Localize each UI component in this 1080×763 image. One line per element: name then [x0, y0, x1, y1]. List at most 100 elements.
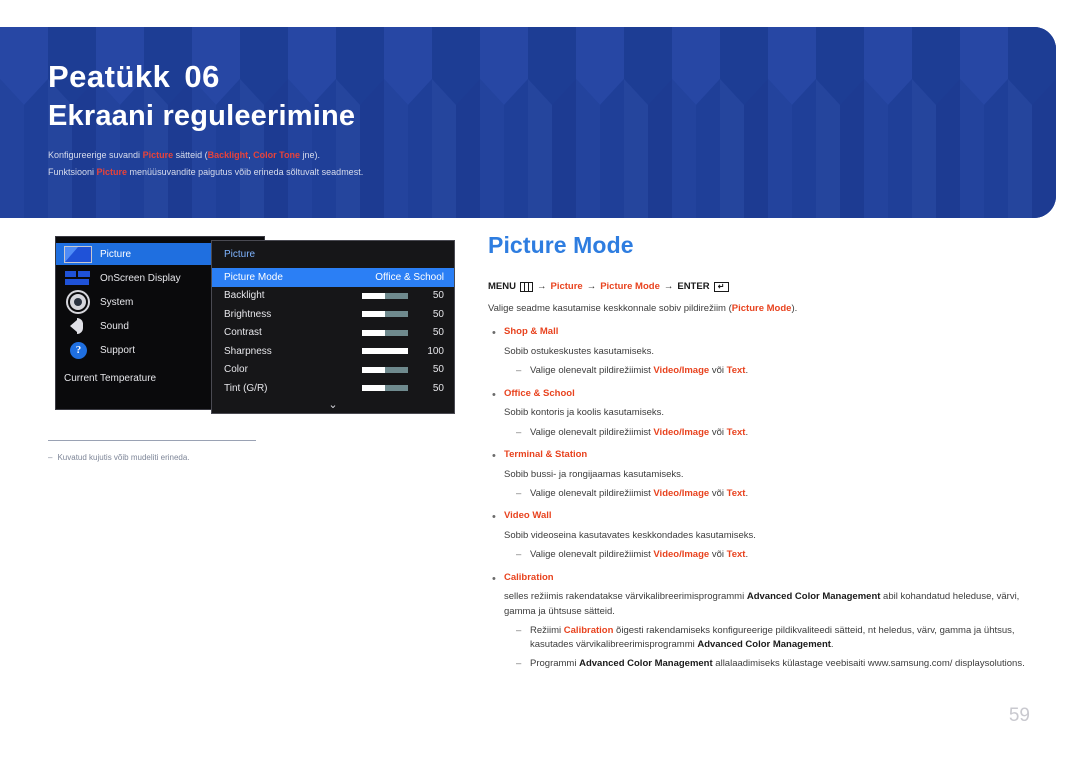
intro-text-b: ).	[791, 303, 798, 314]
menu-path-step-picture-mode: Picture Mode	[600, 281, 660, 292]
subnote-a: Valige olenevalt pildirežiimist	[530, 549, 654, 561]
mode-term: Calibration	[504, 571, 554, 583]
osd-item-color[interactable]: Color 50	[212, 361, 454, 380]
intro-text-a: Valige seadme kasutamise keskkonnale sob…	[488, 303, 732, 314]
dash-icon: ‒	[516, 549, 522, 561]
osd-item-contrast[interactable]: Contrast 50	[212, 324, 454, 343]
menu-path-arrow-3: →	[663, 281, 674, 292]
mode-description: Sobib ostukeskustes kasutamiseks.	[504, 346, 654, 358]
chapter-label: Peatükk	[48, 59, 171, 94]
mode-subnote-text: Valige olenevalt pildirežiimist Video/Im…	[530, 426, 748, 440]
subnote-text-mode: Text	[726, 549, 746, 561]
cal-sub1-a: Režiimi	[530, 624, 564, 636]
subnote-c: või	[709, 426, 727, 438]
subnote-d: .	[745, 549, 749, 561]
osd-item-value: 50	[432, 308, 444, 320]
sidebar-item-label: Sound	[100, 320, 129, 332]
menu-path: MENU → Picture → Picture Mode → ENTER ↵	[488, 281, 1028, 292]
osd-item-label: Brightness	[224, 308, 272, 320]
subnote-a: Valige olenevalt pildirežiimist	[530, 365, 654, 377]
subnote-text-mode: Text	[726, 488, 746, 500]
osd-item-label: Color	[224, 364, 248, 376]
bullet-icon: •	[492, 327, 496, 340]
banner-subtitle-line-2: Funktsiooni Picture menüüsuvandite paigu…	[48, 164, 1056, 181]
osd-item-picture-mode[interactable]: Picture Mode Office & School	[212, 268, 454, 287]
cal-desc-acm: Advanced Color Management	[746, 591, 881, 603]
mode-term: Terminal & Station	[504, 448, 588, 460]
osd-item-label: Contrast	[224, 327, 262, 339]
mode-subnote-text: Valige olenevalt pildirežiimist Video/Im…	[530, 364, 748, 378]
subnote-video-image: Video/Image	[653, 365, 710, 377]
chapter-line: Peatükk 06	[48, 59, 1056, 95]
subnote-a: Valige olenevalt pildirežiimist	[530, 488, 654, 500]
subnote-video-image: Video/Image	[653, 426, 710, 438]
cal-sub2-acm: Advanced Color Management	[579, 658, 713, 670]
cal-sub2-a: Programmi	[530, 658, 580, 670]
chevron-down-icon[interactable]: ⌄	[212, 399, 454, 411]
slider-track[interactable]	[362, 329, 408, 336]
calibration-subnote-2-text: Programmi Advanced Color Management alla…	[530, 657, 1025, 671]
bullet-icon: •	[492, 511, 496, 524]
manual-page: Peatükk 06 Ekraani reguleerimine Konfigur…	[0, 0, 1080, 763]
list-item: • Video Wall Sobib videoseina kasutavate…	[488, 510, 1028, 562]
list-item: • Office & School Sobib kontoris ja kool…	[488, 388, 1028, 440]
subnote-d: .	[745, 488, 749, 500]
footnote: ‒ Kuvatud kujutis võib mudeliti erineda.	[48, 452, 378, 463]
subnote-c: või	[709, 488, 727, 500]
mode-description: Sobib kontoris ja koolis kasutamiseks.	[504, 407, 664, 419]
sub1-highlight-picture: Picture	[142, 150, 174, 161]
mode-subnote: ‒ Valige olenevalt pildirežiimist Video/…	[516, 364, 1028, 378]
subnote-video-image: Video/Image	[653, 488, 710, 500]
intro-highlight: Picture Mode	[731, 303, 792, 314]
subnote-text-mode: Text	[726, 365, 746, 377]
subnote-c: või	[709, 549, 727, 561]
picture-mode-list: • Shop & Mall Sobib ostukeskustes kasuta…	[488, 326, 1028, 671]
banner-subtitle: Konfigureerige suvandi Picture sätteid (…	[48, 147, 1056, 180]
slider-track[interactable]	[362, 348, 408, 355]
slider-track[interactable]	[362, 292, 408, 299]
mode-term: Video Wall	[504, 510, 552, 522]
sub1-highlight-colortone: Color Tone	[253, 150, 300, 161]
sub2-highlight-picture: Picture	[96, 167, 128, 178]
osd-item-tint[interactable]: Tint (G/R) 50	[212, 379, 454, 398]
mode-subnote: ‒ Valige olenevalt pildirežiimist Video/…	[516, 548, 1028, 562]
bullet-icon: •	[492, 388, 496, 401]
subnote-d: .	[745, 365, 749, 377]
sub2-text-b: menüüsuvandite paigutus võib erineda sõl…	[127, 167, 364, 178]
osd-item-value: 50	[432, 364, 444, 376]
list-item-calibration: • Calibration selles režiimis rakendatak…	[488, 572, 1028, 672]
osd-item-backlight[interactable]: Backlight 50	[212, 287, 454, 306]
calibration-subnote-2: ‒ Programmi Advanced Color Management al…	[516, 657, 1028, 671]
footnote-divider	[48, 440, 256, 441]
dash-icon: ‒	[516, 658, 522, 670]
cal-sub1-acm: Advanced Color Management	[697, 639, 831, 651]
list-item: • Terminal & Station Sobib bussi- ja ron…	[488, 449, 1028, 501]
sub1-highlight-backlight: Backlight	[207, 150, 249, 161]
question-mark-icon: ?	[64, 341, 92, 359]
calibration-subnote-1: ‒ Režiimi Calibration õigesti rakendamis…	[516, 624, 1028, 653]
cal-desc-a: selles režiimis rakendatakse värvikalibr…	[504, 591, 747, 603]
osd-item-label: Picture Mode	[224, 271, 283, 283]
slider-track[interactable]	[362, 311, 408, 318]
sub1-text-d: jne).	[299, 150, 320, 161]
calibration-subnote-1-text: Režiimi Calibration õigesti rakendamisek…	[530, 624, 1028, 653]
menu-path-arrow-1: →	[536, 281, 547, 292]
menu-path-menu-label: MENU	[488, 281, 516, 292]
subnote-d: .	[745, 426, 749, 438]
picture-icon	[64, 245, 92, 263]
footnote-text: Kuvatud kujutis võib mudeliti erineda.	[57, 453, 190, 462]
menu-path-enter-label: ENTER	[677, 281, 710, 292]
slider-track[interactable]	[362, 385, 408, 392]
subnote-a: Valige olenevalt pildirežiimist	[530, 426, 654, 438]
osd-item-sharpness[interactable]: Sharpness 100	[212, 342, 454, 361]
page-title: Ekraani reguleerimine	[48, 99, 356, 132]
osd-item-value: 50	[432, 382, 444, 394]
osd-picture-panel: Picture Picture Mode Office & School Bac…	[211, 240, 455, 414]
slider-track[interactable]	[362, 366, 408, 373]
cal-sub1-highlight: Calibration	[563, 624, 614, 636]
subnote-video-image: Video/Image	[653, 549, 710, 561]
sub1-text-a: Konfigureerige suvandi	[48, 150, 143, 161]
chapter-banner: Peatükk 06 Ekraani reguleerimine Konfigur…	[0, 27, 1056, 218]
osd-item-brightness[interactable]: Brightness 50	[212, 305, 454, 324]
osd-item-value: 100	[427, 345, 444, 357]
